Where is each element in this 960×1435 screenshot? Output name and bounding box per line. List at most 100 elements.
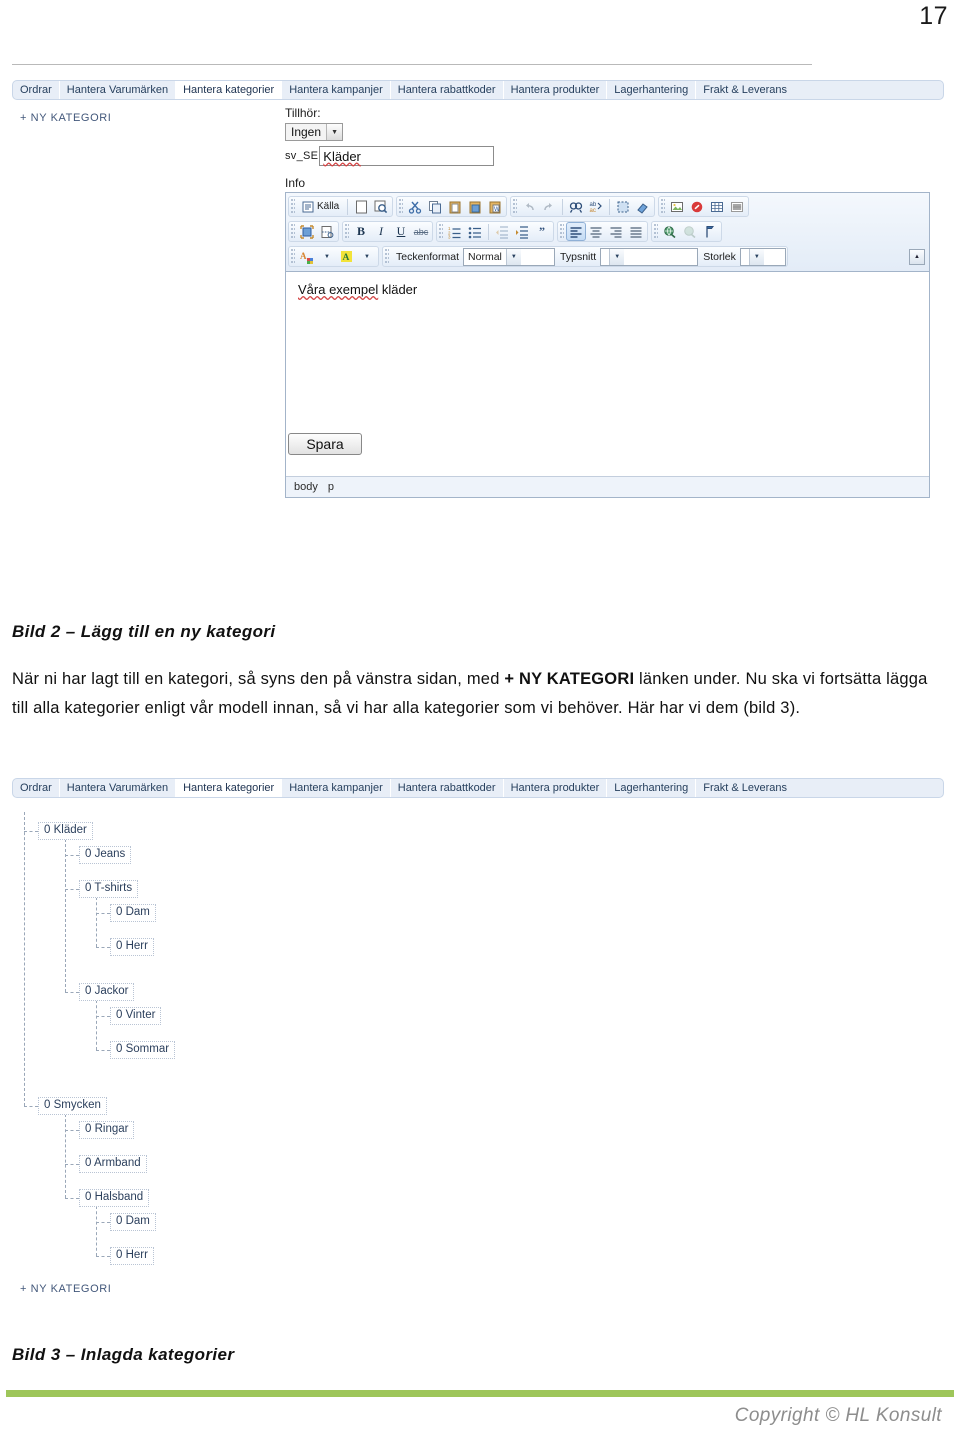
undo-icon[interactable] [519,197,539,216]
font-select[interactable]: ▼ [600,247,699,266]
tree-node[interactable]: 0 Smycken [38,1097,107,1115]
tree-node[interactable]: 0 Herr [110,938,154,956]
cut-icon[interactable] [405,197,425,216]
toolbar-grip-icon[interactable] [439,224,443,239]
toolbar-grip-icon[interactable] [654,224,658,239]
underline-icon[interactable]: U [391,222,411,241]
tree-node[interactable]: 0 Dam [110,904,156,922]
table-icon[interactable] [707,197,727,216]
belongs-to-select[interactable]: Ingen ▼ [285,123,344,141]
bold-icon[interactable]: B [351,222,371,241]
special-char-icon[interactable] [297,222,317,241]
tree-node[interactable]: 0 Herr [110,1247,154,1265]
tab-hantera-rabattkoder[interactable]: Hantera rabattkoder [391,81,504,99]
category-name-input[interactable]: Kläder [319,146,495,166]
blockquote-icon[interactable]: ” [532,222,552,241]
chevron-down-icon[interactable]: ▼ [317,247,337,266]
tree-node[interactable]: 0 Ringar [79,1121,135,1139]
strikethrough-icon[interactable]: abc [411,222,431,241]
admin-tab-bar[interactable]: Ordrar Hantera Varumärken Hantera kategori… [12,80,944,100]
tree-node[interactable]: 0 Jeans [79,846,132,864]
select-all-icon[interactable] [613,197,633,216]
toolbar-grip-icon[interactable] [399,199,404,214]
text-color-icon[interactable]: A [297,247,317,266]
tab-hantera-kategorier[interactable]: Hantera kategorier [176,779,283,797]
toolbar-grip-icon[interactable] [291,249,295,264]
tab-hantera-kampanjer[interactable]: Hantera kampanjer [282,779,391,797]
source-icon[interactable]: Källa [297,197,344,216]
tree-node[interactable]: 0 Kläder [38,822,93,840]
toolbar-collapse-button[interactable]: ▲ [909,248,925,265]
tab-frakt-leverans[interactable]: Frakt & Leverans [696,779,794,797]
align-left-icon[interactable] [566,222,586,241]
unlink-icon[interactable] [680,222,700,241]
toolbar-grip-icon[interactable] [661,199,666,214]
toolbar-grip-icon[interactable] [513,199,518,214]
anchor-icon[interactable] [700,222,720,241]
paragraph-format-select[interactable]: Normal ▼ [463,247,556,266]
editor-elements-path[interactable]: body p [286,476,929,497]
tree-node[interactable]: 0 Armband [79,1155,147,1173]
tab-lagerhantering[interactable]: Lagerhantering [607,81,697,99]
editor-content-area[interactable]: Våra exempel kläder [286,271,929,476]
toolbar-grip-icon[interactable] [291,224,295,239]
toolbar-row-2: B I U abc 123 ” [288,219,927,244]
tree-node[interactable]: 0 Vinter [110,1007,162,1025]
image-icon[interactable] [667,197,687,216]
tab-hantera-kategorier[interactable]: Hantera kategorier [176,81,283,99]
toolbar-grip-icon[interactable] [345,224,349,239]
tab-hantera-varum-rken[interactable]: Hantera Varumärken [60,81,177,99]
link-icon[interactable] [660,222,680,241]
tree-node[interactable]: 0 Halsband [79,1189,150,1207]
category-name-value: Kläder [323,148,361,164]
align-center-icon[interactable] [586,222,606,241]
tree-node[interactable]: 0 Jackor [79,983,135,1001]
toolbar-grip-icon[interactable] [385,249,389,264]
new-category-link[interactable]: + NY KATEGORI [20,112,111,124]
preview-icon[interactable] [371,197,391,216]
toolbar-group-basic-styles: B I U abc [342,221,433,242]
toolbar-grip-icon[interactable] [291,199,295,214]
background-color-icon[interactable]: A [337,247,357,266]
find-icon[interactable] [566,197,586,216]
remove-format-icon[interactable] [633,197,653,216]
elements-path-item[interactable]: p [328,481,334,493]
italic-icon[interactable]: I [371,222,391,241]
flash-icon[interactable] [687,197,707,216]
horizontal-rule-icon[interactable] [727,197,747,216]
screenshot-category-tree: Ordrar Hantera Varumärken Hantera kategori… [12,778,948,1323]
tab-hantera-varum-rken[interactable]: Hantera Varumärken [60,779,177,797]
elements-path-item[interactable]: body [294,481,318,493]
justify-icon[interactable] [626,222,646,241]
new-page-icon[interactable] [351,197,371,216]
paste-text-icon[interactable] [465,197,485,216]
copy-icon[interactable] [425,197,445,216]
tab-frakt-leverans[interactable]: Frakt & Leverans [696,81,794,99]
tree-node[interactable]: 0 Sommar [110,1041,176,1059]
new-category-link[interactable]: + NY KATEGORI [20,1283,111,1295]
size-select[interactable]: ▼ [739,247,786,266]
indent-icon[interactable] [512,222,532,241]
tab-ordrar[interactable]: Ordrar [13,779,60,797]
numbered-list-icon[interactable]: 123 [445,222,465,241]
save-button[interactable]: Spara [288,433,362,455]
replace-icon[interactable]: ab ac [586,197,606,216]
tree-node[interactable]: 0 Dam [110,1213,156,1231]
admin-tab-bar[interactable]: Ordrar Hantera Varumärken Hantera kategori… [12,778,944,798]
tab-ordrar[interactable]: Ordrar [13,81,60,99]
toolbar-grip-icon[interactable] [560,224,564,239]
paste-word-icon[interactable]: W [485,197,505,216]
outdent-icon[interactable] [492,222,512,241]
tab-hantera-produkter[interactable]: Hantera produkter [504,779,608,797]
tab-hantera-kampanjer[interactable]: Hantera kampanjer [282,81,391,99]
bulleted-list-icon[interactable] [465,222,485,241]
chevron-down-icon[interactable]: ▼ [357,247,377,266]
tab-hantera-rabattkoder[interactable]: Hantera rabattkoder [391,779,504,797]
redo-icon[interactable] [539,197,559,216]
align-right-icon[interactable] [606,222,626,241]
tab-lagerhantering[interactable]: Lagerhantering [607,779,697,797]
page-break-icon[interactable] [317,222,337,241]
tree-node[interactable]: 0 T-shirts [79,880,139,898]
paste-icon[interactable] [445,197,465,216]
tab-hantera-produkter[interactable]: Hantera produkter [504,81,608,99]
